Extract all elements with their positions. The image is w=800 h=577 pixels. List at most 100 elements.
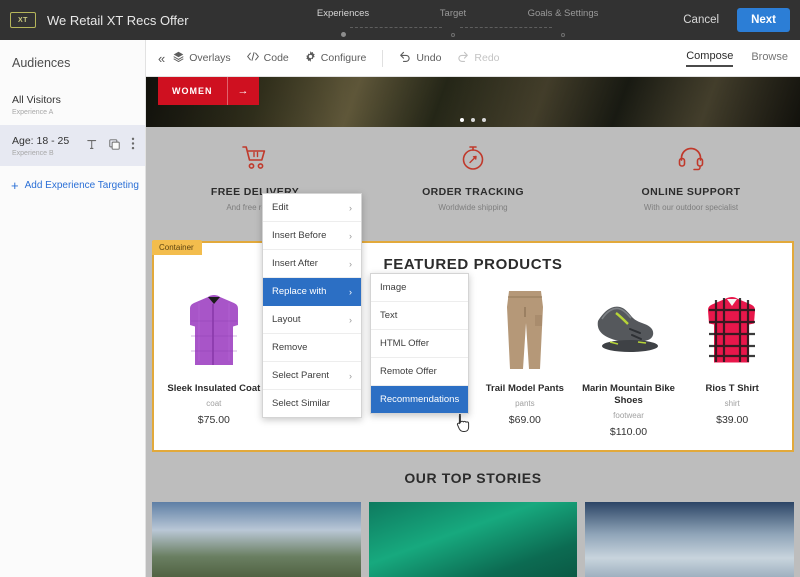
product-name: Rios T Shirt — [705, 383, 759, 394]
top-stories-title: OUR TOP STORIES — [404, 470, 542, 486]
add-experience-targeting-button[interactable]: + Add Experience Targeting — [0, 166, 145, 192]
hero-cta-button[interactable]: WOMEN → — [158, 77, 259, 105]
menu-item-label: Edit — [272, 202, 289, 213]
audience-list: All Visitors Experience A Age: 18 - 25 Expe… — [0, 84, 145, 166]
story-card[interactable] — [368, 502, 578, 577]
featured-container-wrap: Container FEATURED PRODUCTS Sleek Insula… — [146, 240, 800, 452]
product-category: shirt — [724, 399, 740, 408]
toolbar-overlays-button[interactable]: Overlays — [165, 46, 238, 70]
feature-block[interactable]: ORDER TRACKING Worldwide shipping — [364, 145, 582, 212]
redo-icon — [457, 51, 469, 65]
menu-item-image[interactable]: Image — [371, 274, 468, 302]
step-experiences[interactable]: Experiences — [288, 8, 442, 37]
more-options-icon[interactable] — [131, 137, 135, 155]
step-target[interactable]: Target — [398, 8, 552, 37]
collapse-sidebar-button[interactable]: « — [146, 51, 165, 66]
menu-item-label: Select Parent — [272, 370, 330, 381]
carousel-dot[interactable] — [471, 118, 475, 122]
undo-icon — [399, 51, 411, 65]
carousel-dot[interactable] — [482, 118, 486, 122]
page-title: We Retail XT Recs Offer — [47, 12, 189, 28]
feature-subtitle: With our outdoor specialist — [643, 203, 739, 212]
product-card[interactable]: Rios T Shirt shirt $39.00 — [680, 281, 784, 438]
product-price: $69.00 — [508, 414, 541, 426]
menu-item-layout[interactable]: Layout › — [263, 306, 361, 334]
step-goals-settings[interactable]: Goals & Settings — [508, 8, 618, 37]
product-price: $39.00 — [716, 414, 749, 426]
menu-item-replace-with[interactable]: Replace with › — [263, 278, 361, 306]
product-card[interactable]: Marin Mountain Bike Shoes footwear $110.00 — [577, 281, 681, 438]
app-logo-badge: XT — [10, 12, 36, 28]
topbar-actions: Cancel Next — [675, 0, 790, 40]
chevron-right-icon: › — [349, 314, 352, 325]
text-edit-icon[interactable] — [87, 137, 98, 155]
step-dot — [340, 32, 346, 37]
chevron-right-icon: › — [349, 286, 352, 297]
audience-item-texts: Age: 18 - 25 Experience B — [12, 134, 87, 157]
duplicate-icon[interactable] — [109, 137, 120, 155]
menu-item-select-parent[interactable]: Select Parent › — [263, 362, 361, 390]
menu-item-label: Remote Offer — [380, 366, 437, 377]
context-submenu-replace-with[interactable]: Image Text HTML Offer Remote Offer Recommend… — [370, 273, 469, 414]
menu-item-label: Recommendations — [380, 394, 460, 405]
menu-item-select-similar[interactable]: Select Similar — [263, 390, 361, 417]
product-name: Trail Model Pants — [485, 383, 564, 394]
tab-browse[interactable]: Browse — [751, 51, 788, 66]
featured-products-container[interactable]: FEATURED PRODUCTS Sleek Insulated Coat co… — [152, 241, 794, 452]
menu-item-edit[interactable]: Edit › — [263, 194, 361, 222]
hero-banner: WOMEN → — [146, 77, 800, 127]
container-badge[interactable]: Container — [152, 240, 202, 255]
menu-item-recommendations[interactable]: Recommendations — [371, 386, 468, 413]
toolbar-redo-button: Redo — [449, 46, 507, 70]
menu-item-text[interactable]: Text — [371, 302, 468, 330]
carousel-dots[interactable] — [146, 118, 800, 122]
chevron-right-icon: › — [349, 230, 352, 241]
cancel-button[interactable]: Cancel — [675, 9, 727, 31]
menu-item-insert-before[interactable]: Insert Before › — [263, 222, 361, 250]
toolbar-code-label: Code — [263, 52, 289, 64]
sidebar: Audiences All Visitors Experience A Age: 1… — [0, 40, 146, 577]
audience-name: All Visitors — [12, 94, 61, 106]
product-card[interactable]: Trail Model Pants pants $69.00 — [473, 281, 577, 438]
menu-item-label: Insert After — [272, 258, 318, 269]
toolbar-code-button[interactable]: Code — [239, 46, 297, 70]
audience-item[interactable]: Age: 18 - 25 Experience B — [0, 125, 145, 166]
product-price: $75.00 — [197, 414, 230, 426]
step-indicator — [398, 24, 552, 37]
product-price: $110.00 — [609, 426, 648, 438]
menu-item-html-offer[interactable]: HTML Offer — [371, 330, 468, 358]
audience-item[interactable]: All Visitors Experience A — [0, 84, 145, 125]
featured-products-title: FEATURED PRODUCTS — [383, 256, 563, 273]
context-menu[interactable]: Edit › Insert Before › Insert After › Replace … — [262, 193, 362, 418]
toolbar-configure-button[interactable]: Configure — [297, 46, 375, 70]
step-label: Target — [439, 8, 467, 19]
menu-item-label: HTML Offer — [380, 338, 430, 349]
story-card[interactable] — [152, 502, 361, 577]
canvas-toolbar: « Overlays Code Configure Undo Redo Comp… — [146, 40, 800, 77]
menu-item-remote-offer[interactable]: Remote Offer — [371, 358, 468, 386]
menu-item-remove[interactable]: Remove — [263, 334, 361, 362]
feature-block[interactable]: ONLINE SUPPORT With our outdoor specialis… — [582, 145, 800, 212]
story-card[interactable] — [585, 502, 795, 577]
arrow-right-icon: → — [226, 77, 259, 105]
carousel-dot[interactable] — [460, 118, 464, 122]
menu-item-insert-after[interactable]: Insert After › — [263, 250, 361, 278]
feature-subtitle: Worldwide shipping — [438, 203, 508, 212]
toolbar-undo-button[interactable]: Undo — [391, 46, 449, 70]
step-dot — [451, 33, 455, 37]
product-card[interactable]: Sleek Insulated Coat coat $75.00 — [162, 281, 266, 438]
tab-compose[interactable]: Compose — [686, 50, 734, 67]
toolbar-overlays-label: Overlays — [189, 52, 231, 64]
menu-item-label: Remove — [272, 342, 308, 353]
feature-title: ONLINE SUPPORT — [641, 186, 741, 198]
chevron-right-icon: › — [349, 258, 352, 269]
gear-icon — [305, 51, 316, 65]
step-indicator — [288, 24, 442, 37]
add-experience-targeting-label: Add Experience Targeting — [24, 180, 139, 191]
story-row — [146, 486, 800, 577]
feature-title: ORDER TRACKING — [422, 186, 524, 198]
top-stories-section: OUR TOP STORIES — [146, 470, 800, 577]
step-indicator — [508, 24, 618, 37]
next-button[interactable]: Next — [737, 8, 790, 32]
menu-item-label: Layout — [272, 314, 301, 325]
